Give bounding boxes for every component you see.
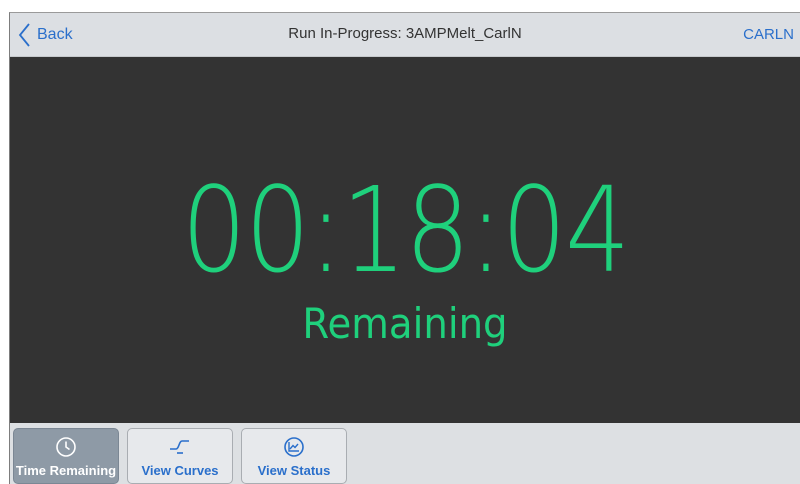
user-name-link[interactable]: CARLN <box>743 26 794 43</box>
status-chart-icon <box>242 436 346 458</box>
page-title: Run In-Progress: 3AMPMelt_CarlN <box>288 25 522 42</box>
bottom-tab-bar: Time Remaining View Curves View Status <box>10 423 800 484</box>
timer-panel: 00:18:04 Remaining <box>10 57 800 423</box>
tab-view-status[interactable]: View Status <box>241 428 347 484</box>
tab-label: Time Remaining <box>15 463 117 478</box>
tab-label: View Status <box>257 463 331 478</box>
curve-icon <box>128 436 232 458</box>
header-bar: Back Run In-Progress: 3AMPMelt_CarlN CAR… <box>10 13 800 57</box>
tab-label: View Curves <box>141 463 219 478</box>
clock-icon <box>14 436 118 458</box>
app-window: Back Run In-Progress: 3AMPMelt_CarlN CAR… <box>9 12 800 484</box>
tab-view-curves[interactable]: View Curves <box>127 428 233 484</box>
remaining-label: Remaining <box>302 299 508 348</box>
tab-time-remaining[interactable]: Time Remaining <box>13 428 119 484</box>
time-remaining-display: 00:18:04 <box>181 161 630 299</box>
